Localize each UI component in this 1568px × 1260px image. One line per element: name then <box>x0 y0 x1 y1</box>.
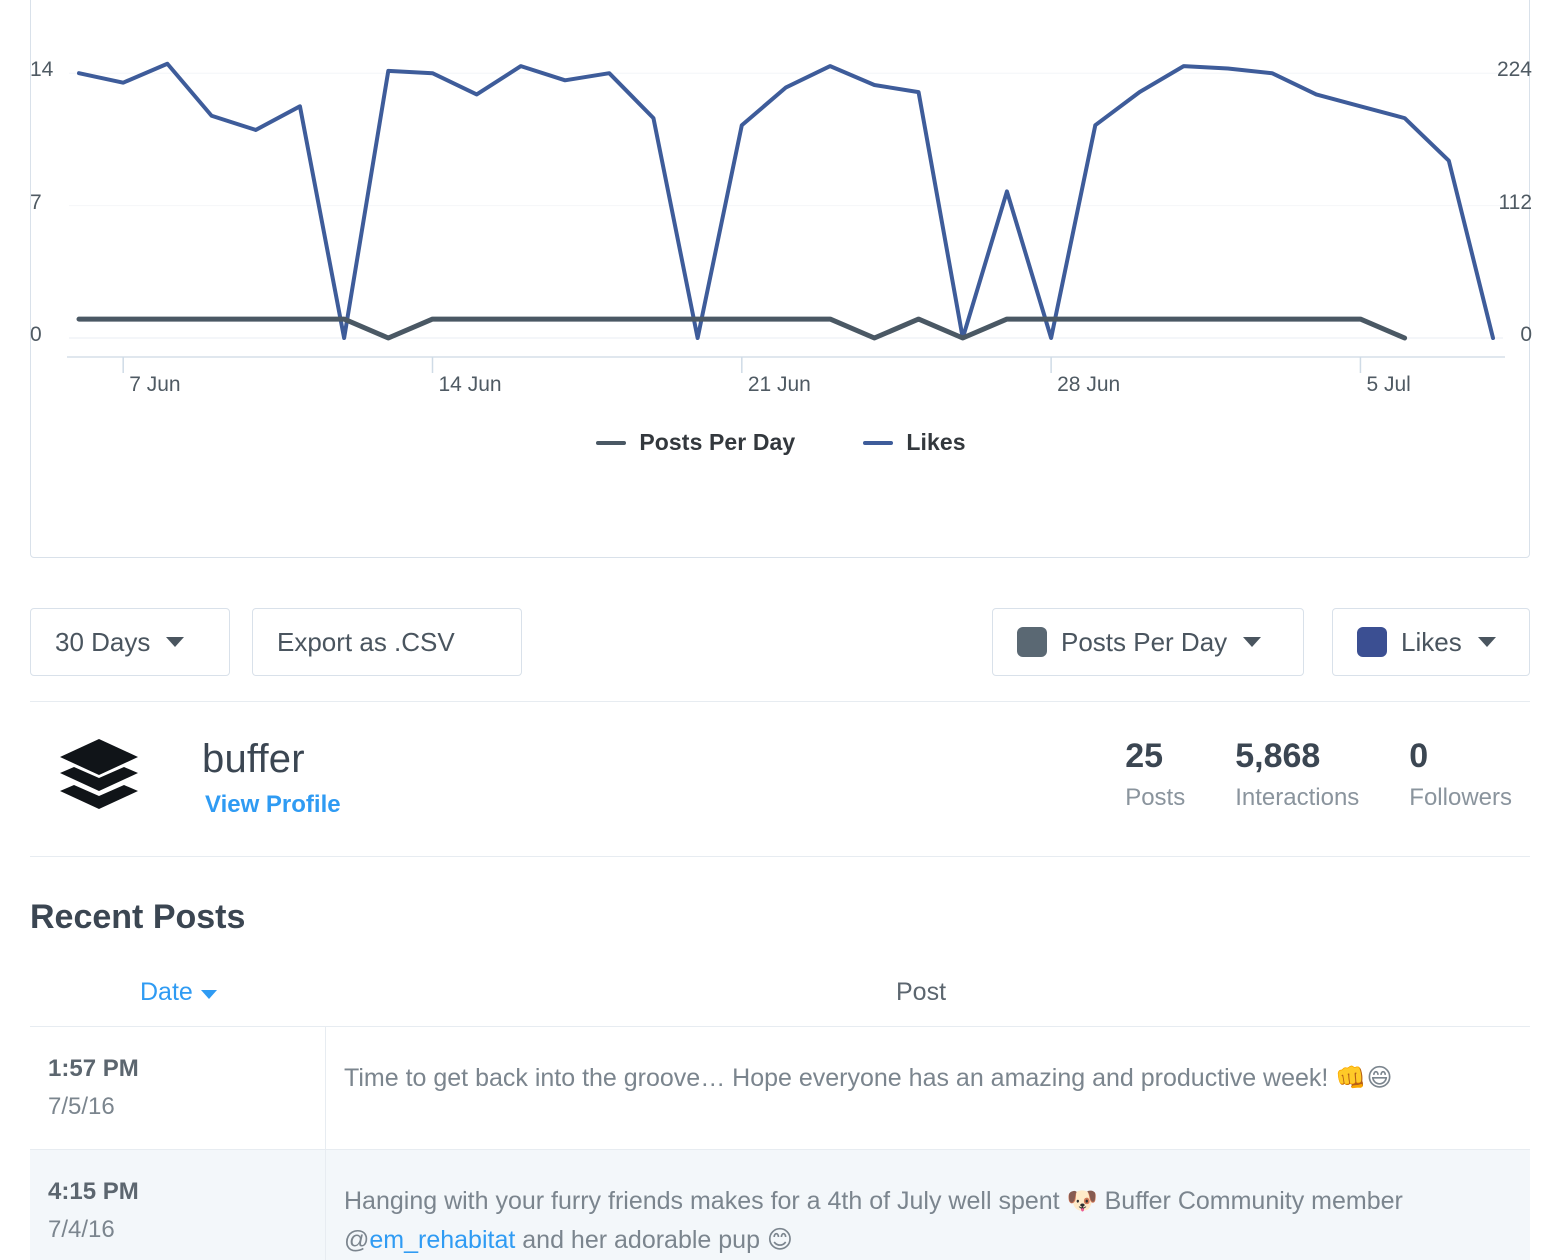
metric-right-label: Likes <box>1401 626 1462 657</box>
chart-legend: Posts Per Day Likes <box>31 429 1531 456</box>
stat-value: 0 <box>1409 737 1429 775</box>
date-range-label: 30 Days <box>55 626 151 657</box>
y-axis-right-tick-1: 112 <box>1498 190 1532 214</box>
export-csv-button[interactable]: Export as .CSV <box>252 608 522 676</box>
x-axis-tick-label: 21 Jun <box>747 373 811 396</box>
y-axis-left-tick-1: 7 <box>30 190 42 214</box>
y-axis-left-tick-2: 14 <box>30 58 54 82</box>
metric-selector-likes[interactable]: Likes <box>1332 608 1530 676</box>
table-row[interactable]: 4:15 PM 7/4/16 Hanging with your furry f… <box>30 1150 1530 1260</box>
chevron-down-icon <box>1477 637 1496 647</box>
table-header-row: Date Post <box>30 966 1530 1026</box>
cell-post: Time to get back into the groove… Hope e… <box>326 1027 1530 1149</box>
chart-lines-svg <box>67 61 1505 373</box>
legend-label: Likes <box>906 429 966 455</box>
x-axis-tick-label: 28 Jun <box>1057 373 1121 396</box>
post-time: 4:15 PM <box>48 1178 139 1205</box>
date-range-dropdown[interactable]: 30 Days <box>30 608 230 676</box>
x-axis-tick-label: 7 Jun <box>129 373 181 396</box>
chevron-down-icon <box>166 637 185 647</box>
sort-descending-icon <box>200 990 217 999</box>
post-time: 1:57 PM <box>48 1055 139 1082</box>
analytics-chart-card: 0 7 14 0 112 224 7 Jun 14 Jun 21 Jun 28 … <box>30 0 1532 559</box>
legend-line-swatch-icon <box>863 440 894 445</box>
y-axis-left-tick-0: 0 <box>30 323 42 346</box>
post-date: 7/4/16 <box>48 1216 115 1243</box>
post-text: Hanging with your furry friends makes fo… <box>344 1182 1510 1260</box>
x-axis-tick-label: 14 Jun <box>438 373 502 396</box>
post-mention-link[interactable]: em_rehabitat <box>369 1226 515 1254</box>
x-axis-tick-label: 5 Jul <box>1366 373 1411 396</box>
column-header-date[interactable]: Date <box>140 978 217 1007</box>
chart-plot-area: 0 7 14 0 112 224 7 Jun 14 Jun 21 Jun 28 … <box>30 0 1532 559</box>
cell-date: 1:57 PM 7/5/16 <box>30 1027 326 1149</box>
post-text: Time to get back into the groove… Hope e… <box>344 1059 1510 1098</box>
profile-stats: 25 Posts 5,868 Interactions 0 Followers <box>1125 737 1512 812</box>
color-swatch-icon <box>1017 627 1047 657</box>
analytics-page: 0 7 14 0 112 224 7 Jun 14 Jun 21 Jun 28 … <box>0 0 1568 1260</box>
column-header-date-label: Date <box>140 978 193 1006</box>
stat-interactions: 5,868 Interactions <box>1235 737 1409 812</box>
stat-posts: 25 Posts <box>1125 737 1235 812</box>
profile-name: buffer <box>202 737 305 781</box>
legend-item-posts-per-day: Posts Per Day <box>596 429 795 456</box>
cell-date: 4:15 PM 7/4/16 <box>30 1150 326 1260</box>
post-date: 7/5/16 <box>48 1093 115 1120</box>
column-header-post: Post <box>896 978 947 1006</box>
metric-left-label: Posts Per Day <box>1061 626 1228 657</box>
stat-label: Interactions <box>1235 783 1360 811</box>
profile-bottom-divider <box>30 856 1530 857</box>
profile-summary: buffer View Profile 25 Posts 5,868 Inter… <box>30 701 1530 856</box>
legend-line-swatch-icon <box>596 440 627 445</box>
export-csv-label: Export as .CSV <box>277 626 455 657</box>
stat-label: Posts <box>1125 783 1186 811</box>
legend-label: Posts Per Day <box>639 429 796 455</box>
stat-value: 5,868 <box>1235 737 1321 775</box>
cell-post: Hanging with your furry friends makes fo… <box>326 1150 1530 1260</box>
y-axis-right-tick-2: 224 <box>1496 58 1532 82</box>
page-title: Recent Posts <box>30 898 246 936</box>
chart-controls-toolbar: 30 Days Export as .CSV Posts Per Day Lik… <box>30 608 1530 678</box>
post-emoji: 👊😄 <box>1335 1063 1393 1092</box>
post-text-before: Time to get back into the groove… Hope e… <box>344 1064 1336 1092</box>
chevron-down-icon <box>1243 637 1262 647</box>
buffer-layers-logo-icon <box>56 735 142 821</box>
recent-posts-table: Date Post 1:57 PM 7/5/16 Time to get bac… <box>30 966 1530 1260</box>
metric-selector-posts-per-day[interactable]: Posts Per Day <box>992 608 1304 676</box>
y-axis-right-tick-0: 0 <box>1520 323 1532 346</box>
color-swatch-icon <box>1357 627 1387 657</box>
post-text-after: and her adorable pup 😊 <box>515 1225 793 1254</box>
stat-value: 25 <box>1125 737 1164 775</box>
stat-label: Followers <box>1409 783 1512 811</box>
view-profile-link[interactable]: View Profile <box>205 791 341 819</box>
legend-item-likes: Likes <box>863 429 966 456</box>
table-row[interactable]: 1:57 PM 7/5/16 Time to get back into the… <box>30 1027 1530 1149</box>
stat-followers: 0 Followers <box>1409 737 1512 812</box>
